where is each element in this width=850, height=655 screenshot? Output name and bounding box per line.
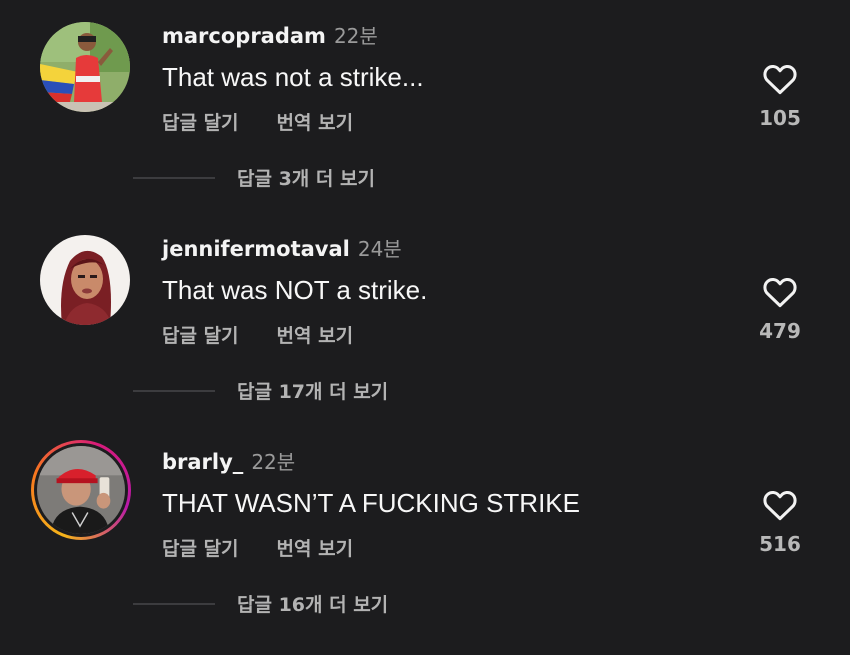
reply-button[interactable]: 답글 달기 [162,108,239,135]
comment-actions: 답글 달기 번역 보기 [162,321,353,348]
avatar[interactable] [40,235,130,325]
heart-outline-icon[interactable] [760,486,800,524]
comment-text: That was not a strike... [162,62,424,92]
divider [133,389,215,392]
view-more-replies-label[interactable]: 답글 16개 더 보기 [237,590,388,617]
view-more-replies[interactable]: 답글 17개 더 보기 [133,377,388,404]
username[interactable]: jennifermotaval [162,237,350,261]
timestamp: 22분 [251,450,296,474]
like-count: 516 [759,532,801,556]
comment-header: jennifermotaval 24분 [162,233,402,263]
story-ring [31,440,131,540]
comment-actions: 답글 달기 번역 보기 [162,108,353,135]
like-group: 479 [750,273,810,343]
username[interactable]: marcopradam [162,24,326,48]
divider [133,602,215,605]
like-count: 479 [759,319,801,343]
reply-button[interactable]: 답글 달기 [162,321,239,348]
like-count: 105 [759,106,801,130]
avatar-image [37,446,125,534]
timestamp: 22분 [333,24,378,48]
translate-button[interactable]: 번역 보기 [277,108,354,135]
like-group: 516 [750,486,810,556]
comment-item: jennifermotaval 24분 That was NOT a strik… [0,235,850,355]
like-group: 105 [750,60,810,130]
translate-button[interactable]: 번역 보기 [277,321,354,348]
divider [133,176,215,179]
avatar[interactable] [40,22,130,112]
reply-button[interactable]: 답글 달기 [162,534,239,561]
view-more-replies-label[interactable]: 답글 3개 더 보기 [237,164,375,191]
comment-text: THAT WASN’T A FUCKING STRIKE [162,488,580,518]
timestamp: 24분 [357,237,402,261]
translate-button[interactable]: 번역 보기 [277,534,354,561]
comment-header: marcopradam 22분 [162,20,378,50]
heart-outline-icon[interactable] [760,273,800,311]
view-more-replies-label[interactable]: 답글 17개 더 보기 [237,377,388,404]
avatar-image [40,22,130,112]
avatar[interactable] [31,440,131,540]
comment-text: That was NOT a strike. [162,275,428,305]
username[interactable]: brarly_ [162,450,243,474]
heart-outline-icon[interactable] [760,60,800,98]
comment-item: marcopradam 22분 That was not a strike...… [0,22,850,142]
avatar-image [40,235,130,325]
view-more-replies[interactable]: 답글 16개 더 보기 [133,590,388,617]
view-more-replies[interactable]: 답글 3개 더 보기 [133,164,375,191]
comment-item: brarly_ 22분 THAT WASN’T A FUCKING STRIKE… [0,440,850,568]
comment-header: brarly_ 22분 [162,446,295,476]
comment-actions: 답글 달기 번역 보기 [162,534,353,561]
